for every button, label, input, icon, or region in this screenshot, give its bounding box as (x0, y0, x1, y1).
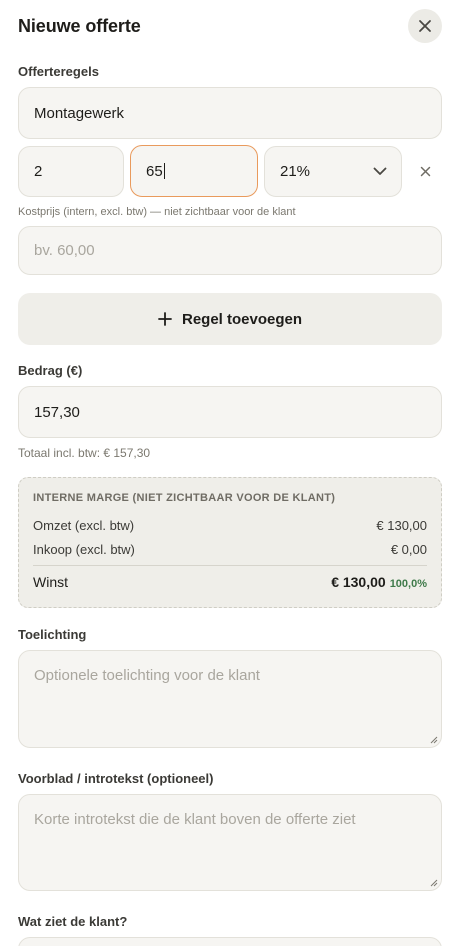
profit-percentage: 100,0% (389, 578, 427, 590)
visibility-panel[interactable] (18, 937, 442, 946)
quantity-input[interactable]: 2 (18, 146, 124, 197)
add-line-button[interactable]: Regel toevoegen (18, 293, 442, 345)
cost-price-placeholder: bv. 60,00 (34, 242, 95, 259)
revenue-label: Omzet (excl. btw) (33, 518, 135, 533)
plus-icon (158, 312, 172, 326)
profit-value: € 130,00 (331, 574, 386, 590)
cover-placeholder: Korte introtekst die de klant boven de o… (34, 811, 356, 828)
vat-select[interactable]: 21% (264, 146, 402, 197)
visibility-label: Wat ziet de klant? (18, 914, 128, 929)
margin-title: INTERNE MARGE (NIET ZICHTBAAR VOOR DE KL… (33, 492, 336, 504)
close-icon (419, 20, 431, 32)
price-input[interactable]: 65 (130, 145, 258, 197)
modal-header: Nieuwe offerte (18, 6, 442, 46)
amount-input[interactable]: 157,30 (18, 386, 442, 438)
resize-handle-icon[interactable] (430, 736, 438, 744)
profit-row: Winst € 130,00 100,0% (33, 574, 427, 590)
purchase-label: Inkoop (excl. btw) (33, 542, 135, 557)
revenue-row: Omzet (excl. btw) € 130,00 (33, 518, 427, 533)
amount-value: 157,30 (34, 403, 80, 421)
profit-label: Winst (33, 574, 68, 590)
close-icon (420, 166, 430, 176)
remove-line-button[interactable] (414, 160, 436, 182)
purchase-row: Inkoop (excl. btw) € 0,00 (33, 542, 427, 557)
explanation-placeholder: Optionele toelichting voor de klant (34, 667, 260, 684)
amount-label: Bedrag (€) (18, 363, 83, 378)
total-incl-vat: Totaal incl. btw: € 157,30 (18, 446, 151, 460)
description-value: Montagewerk (34, 104, 125, 122)
close-button[interactable] (408, 9, 442, 43)
cover-textarea[interactable]: Korte introtekst die de klant boven de o… (18, 794, 442, 891)
cover-label: Voorblad / introtekst (optioneel) (18, 771, 214, 786)
lines-section-label: Offerteregels (18, 64, 99, 79)
page-title: Nieuwe offerte (18, 15, 141, 36)
add-line-label: Regel toevoegen (181, 310, 303, 328)
description-input[interactable]: Montagewerk (18, 87, 442, 139)
margin-divider (33, 565, 427, 566)
cost-hint: Kostprijs (intern, excl. btw) — niet zic… (18, 206, 296, 218)
explanation-label: Toelichting (18, 627, 87, 642)
resize-handle-icon[interactable] (430, 879, 438, 887)
internal-margin-panel: INTERNE MARGE (NIET ZICHTBAAR VOOR DE KL… (18, 477, 442, 608)
text-caret (163, 163, 165, 179)
revenue-value: € 130,00 (376, 518, 427, 533)
vat-value: 21% (280, 163, 311, 180)
purchase-value: € 0,00 (390, 542, 427, 557)
quantity-value: 2 (34, 163, 43, 180)
cost-price-input[interactable]: bv. 60,00 (18, 226, 442, 275)
price-value: 65 (146, 162, 163, 180)
chevron-down-icon (373, 167, 387, 175)
explanation-textarea[interactable]: Optionele toelichting voor de klant (18, 650, 442, 748)
